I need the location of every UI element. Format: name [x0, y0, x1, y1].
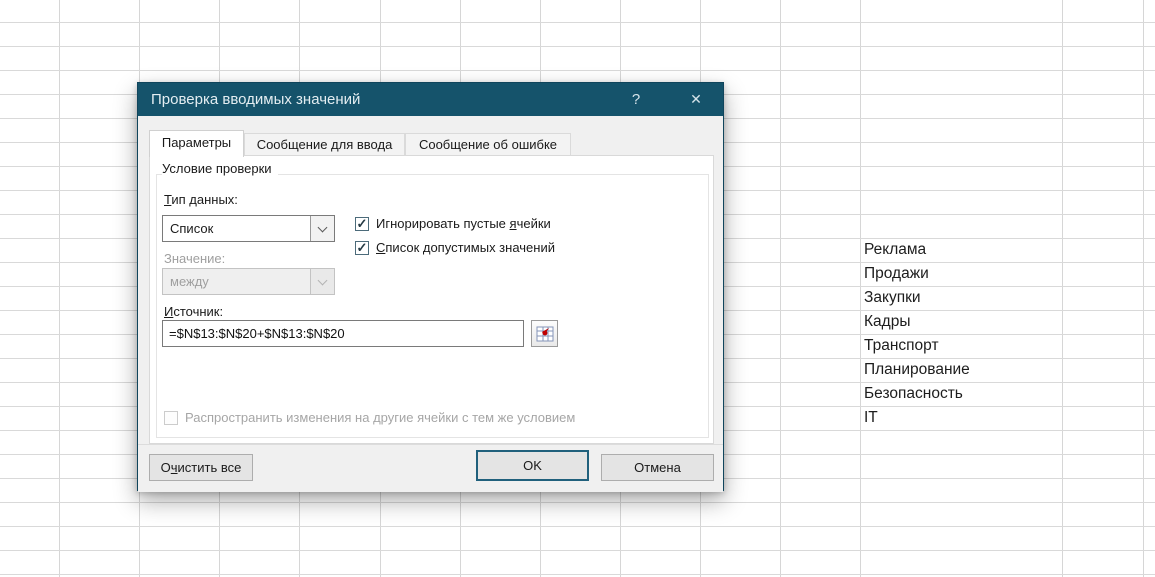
spreadsheet-cell[interactable]: Безопасность: [862, 382, 1062, 406]
dialog-title: Проверка вводимых значений: [151, 83, 360, 116]
dropdown-arrow-button: [310, 269, 334, 294]
chevron-down-icon: [318, 276, 328, 286]
value-dropdown: между: [162, 268, 335, 295]
spreadsheet-cell[interactable]: Планирование: [862, 358, 1062, 382]
spreadsheet-cell[interactable]: Закупки: [862, 286, 1062, 310]
ok-button[interactable]: OK: [476, 450, 589, 481]
tab-error-alert[interactable]: Сообщение об ошибке: [405, 133, 571, 156]
tab-page-parameters: Условие проверки Тип данных: Список ✓ Иг…: [149, 155, 714, 444]
in-cell-dropdown-checkbox[interactable]: ✓ Список допустимых значений: [355, 240, 555, 255]
chevron-down-icon: [318, 223, 328, 233]
range-selector-icon: [536, 326, 554, 342]
ignore-blank-label: Игнорировать пустые ячейки: [376, 216, 551, 231]
data-type-dropdown[interactable]: Список: [162, 215, 335, 242]
checkbox-checked-icon: ✓: [355, 241, 369, 255]
source-label: Источник:: [164, 304, 223, 319]
clear-all-button[interactable]: Очистить все: [149, 454, 253, 481]
spreadsheet-cell[interactable]: Реклама: [862, 238, 1062, 262]
source-list-column: РекламаПродажиЗакупкиКадрыТранспортПлани…: [862, 238, 1062, 430]
help-button[interactable]: ?: [613, 83, 659, 116]
apply-to-all-label: Распространить изменения на другие ячейк…: [185, 410, 575, 425]
checkbox-unchecked-icon: [164, 411, 178, 425]
dialog-titlebar: Проверка вводимых значений ? ✕: [138, 83, 723, 116]
spreadsheet-cell[interactable]: Продажи: [862, 262, 1062, 286]
spreadsheet-cell[interactable]: IT: [862, 406, 1062, 430]
data-type-label: Тип данных:: [164, 192, 238, 207]
value-dropdown-value: между: [170, 274, 209, 289]
dropdown-arrow-button[interactable]: [310, 216, 334, 241]
dialog-footer: Очистить все OK Отмена: [138, 444, 723, 492]
tab-input-message[interactable]: Сообщение для ввода: [244, 133, 405, 156]
spreadsheet-cell[interactable]: Кадры: [862, 310, 1062, 334]
data-type-value: Список: [170, 221, 213, 236]
validation-criteria-label: Условие проверки: [162, 161, 278, 176]
source-input[interactable]: =$N$13:$N$20+$N$13:$N$20: [162, 320, 524, 347]
tab-parameters[interactable]: Параметры: [149, 130, 244, 157]
apply-to-all-checkbox: Распространить изменения на другие ячейк…: [164, 410, 575, 425]
value-label: Значение:: [164, 251, 225, 266]
ignore-blank-checkbox[interactable]: ✓ Игнорировать пустые ячейки: [355, 216, 551, 231]
cancel-button[interactable]: Отмена: [601, 454, 714, 481]
in-cell-dropdown-label: Список допустимых значений: [376, 240, 555, 255]
collapse-dialog-button[interactable]: [531, 320, 558, 347]
data-validation-dialog: Проверка вводимых значений ? ✕ Параметры…: [137, 82, 724, 491]
close-button[interactable]: ✕: [673, 83, 719, 116]
validation-criteria-groupbox: [156, 174, 709, 438]
spreadsheet-cell[interactable]: Транспорт: [862, 334, 1062, 358]
checkbox-checked-icon: ✓: [355, 217, 369, 231]
